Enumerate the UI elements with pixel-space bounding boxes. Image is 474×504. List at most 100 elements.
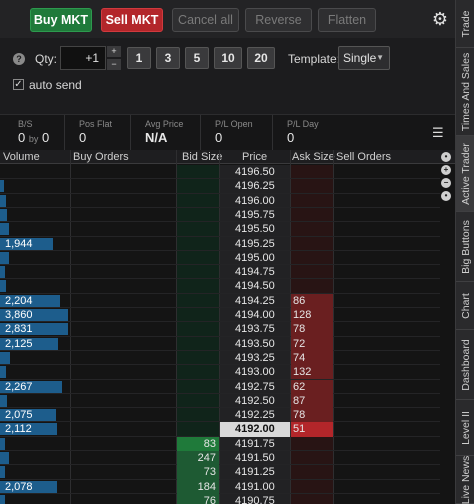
ask-size-cell[interactable]: [291, 194, 333, 208]
sell-orders-cell[interactable]: [334, 194, 440, 208]
ladder-row[interactable]: 2,267 4192.75 62: [0, 379, 440, 394]
tab-dashboard[interactable]: Dashboard: [456, 330, 474, 400]
header-volume[interactable]: Volume: [3, 150, 40, 164]
buy-market-button[interactable]: Buy MKT: [30, 8, 92, 32]
qty-input[interactable]: +1: [60, 46, 106, 70]
reverse-button[interactable]: Reverse: [245, 8, 312, 32]
price-cell[interactable]: 4192.50: [220, 394, 290, 408]
buy-orders-cell[interactable]: [71, 194, 176, 208]
sell-orders-cell[interactable]: [334, 294, 440, 308]
ladder-row[interactable]: 76 4190.75: [0, 493, 440, 504]
ladder-row[interactable]: 4193.25 74: [0, 350, 440, 366]
price-cell[interactable]: 4196.25: [220, 179, 290, 193]
buy-orders-cell[interactable]: [71, 237, 176, 251]
sell-orders-cell[interactable]: [334, 251, 440, 265]
tab-level-ii[interactable]: Level II: [456, 400, 474, 456]
ask-size-cell[interactable]: 132: [291, 365, 333, 380]
ladder-row[interactable]: 4194.50: [0, 279, 440, 293]
price-cell[interactable]: 4195.75: [220, 208, 290, 222]
buy-orders-cell[interactable]: [71, 222, 176, 236]
add-icon[interactable]: +: [441, 165, 451, 175]
sell-orders-cell[interactable]: [334, 279, 440, 293]
ask-size-cell[interactable]: [291, 179, 333, 193]
sell-orders-cell[interactable]: [334, 322, 440, 336]
header-sell-orders[interactable]: Sell Orders: [336, 150, 391, 164]
qty-preset-10[interactable]: 10: [214, 47, 242, 69]
ladder-row[interactable]: 4194.75: [0, 265, 440, 279]
bid-size-cell[interactable]: [177, 165, 219, 179]
qty-preset-3[interactable]: 3: [156, 47, 180, 69]
center-icon[interactable]: •: [441, 191, 451, 201]
ask-size-cell[interactable]: [291, 494, 333, 504]
bid-size-cell[interactable]: [177, 294, 219, 308]
ladder-row[interactable]: 2,125 4193.50 72: [0, 336, 440, 351]
bid-size-cell[interactable]: [177, 408, 219, 422]
sell-orders-cell[interactable]: [334, 351, 440, 365]
buy-orders-cell[interactable]: [71, 422, 176, 436]
price-cell[interactable]: 4196.00: [220, 194, 290, 208]
flatten-button[interactable]: Flatten: [318, 8, 376, 32]
bid-size-cell[interactable]: [177, 194, 219, 208]
ladder-row[interactable]: 247 4191.50: [0, 451, 440, 466]
ask-size-cell[interactable]: [291, 451, 333, 465]
buy-orders-cell[interactable]: [71, 251, 176, 265]
buy-orders-cell[interactable]: [71, 394, 176, 408]
sell-orders-cell[interactable]: [334, 380, 440, 394]
remove-icon[interactable]: −: [441, 178, 451, 188]
bid-size-cell[interactable]: [177, 265, 219, 279]
bid-size-cell[interactable]: [177, 337, 219, 351]
ladder-row[interactable]: 1,944 4195.25: [0, 237, 440, 251]
sell-orders-cell[interactable]: [334, 494, 440, 504]
sell-orders-cell[interactable]: [334, 237, 440, 251]
price-cell[interactable]: 4193.50: [220, 337, 290, 351]
column-menu-icon[interactable]: ☰: [432, 125, 444, 141]
decrement-icon[interactable]: −: [107, 59, 121, 70]
header-bid-size[interactable]: Bid Size: [182, 150, 222, 164]
sell-orders-cell[interactable]: [334, 451, 440, 465]
ask-size-cell[interactable]: [291, 237, 333, 251]
ladder-row[interactable]: 2,112 4192.00 51: [0, 422, 440, 437]
bid-size-cell[interactable]: [177, 179, 219, 193]
ask-size-cell[interactable]: 62: [291, 379, 333, 394]
buy-orders-cell[interactable]: [71, 308, 176, 322]
help-icon[interactable]: ?: [13, 53, 25, 65]
bid-size-cell[interactable]: [177, 380, 219, 394]
header-ask-size[interactable]: Ask Size: [292, 150, 335, 164]
ladder-row[interactable]: 73 4191.25: [0, 465, 440, 480]
sell-orders-cell[interactable]: [334, 165, 440, 179]
buy-orders-cell[interactable]: [71, 179, 176, 193]
sell-orders-cell[interactable]: [334, 337, 440, 351]
price-cell[interactable]: 4192.75: [220, 380, 290, 394]
ask-size-cell[interactable]: 74: [291, 350, 333, 366]
ask-size-cell[interactable]: [291, 279, 333, 293]
sell-orders-cell[interactable]: [334, 408, 440, 422]
price-cell[interactable]: 4194.00: [220, 308, 290, 322]
bid-size-cell[interactable]: 73: [177, 465, 219, 480]
header-buy-orders[interactable]: Buy Orders: [73, 150, 129, 164]
sell-orders-cell[interactable]: [334, 365, 440, 379]
price-cell[interactable]: 4191.50: [220, 451, 290, 465]
ask-size-cell[interactable]: 128: [291, 308, 333, 323]
gear-icon[interactable]: ⚙: [430, 9, 450, 29]
buy-orders-cell[interactable]: [71, 494, 176, 504]
template-select[interactable]: Single ▼: [338, 46, 390, 70]
ask-size-cell[interactable]: [291, 465, 333, 479]
price-cell[interactable]: 4194.25: [220, 294, 290, 308]
price-cell[interactable]: 4191.75: [220, 437, 290, 451]
ladder-row[interactable]: 4196.25: [0, 179, 440, 193]
cancel-all-button[interactable]: Cancel all: [172, 8, 239, 32]
ask-size-cell[interactable]: 72: [291, 336, 333, 351]
ladder-row[interactable]: 2,078 184 4191.00: [0, 479, 440, 494]
price-cell[interactable]: 4193.00: [220, 365, 290, 379]
buy-orders-cell[interactable]: [71, 465, 176, 479]
ask-size-cell[interactable]: [291, 480, 333, 494]
bid-size-cell[interactable]: [177, 365, 219, 379]
ask-size-cell[interactable]: 51: [291, 422, 333, 437]
ladder-row[interactable]: 4195.75: [0, 208, 440, 222]
price-cell[interactable]: 4195.25: [220, 237, 290, 251]
price-cell[interactable]: 4192.00: [220, 422, 290, 437]
ladder-row[interactable]: 2,075 4192.25 78: [0, 408, 440, 423]
tab-active-trader[interactable]: Active Trader: [456, 136, 474, 212]
buy-orders-cell[interactable]: [71, 294, 176, 308]
sell-orders-cell[interactable]: [334, 422, 440, 436]
